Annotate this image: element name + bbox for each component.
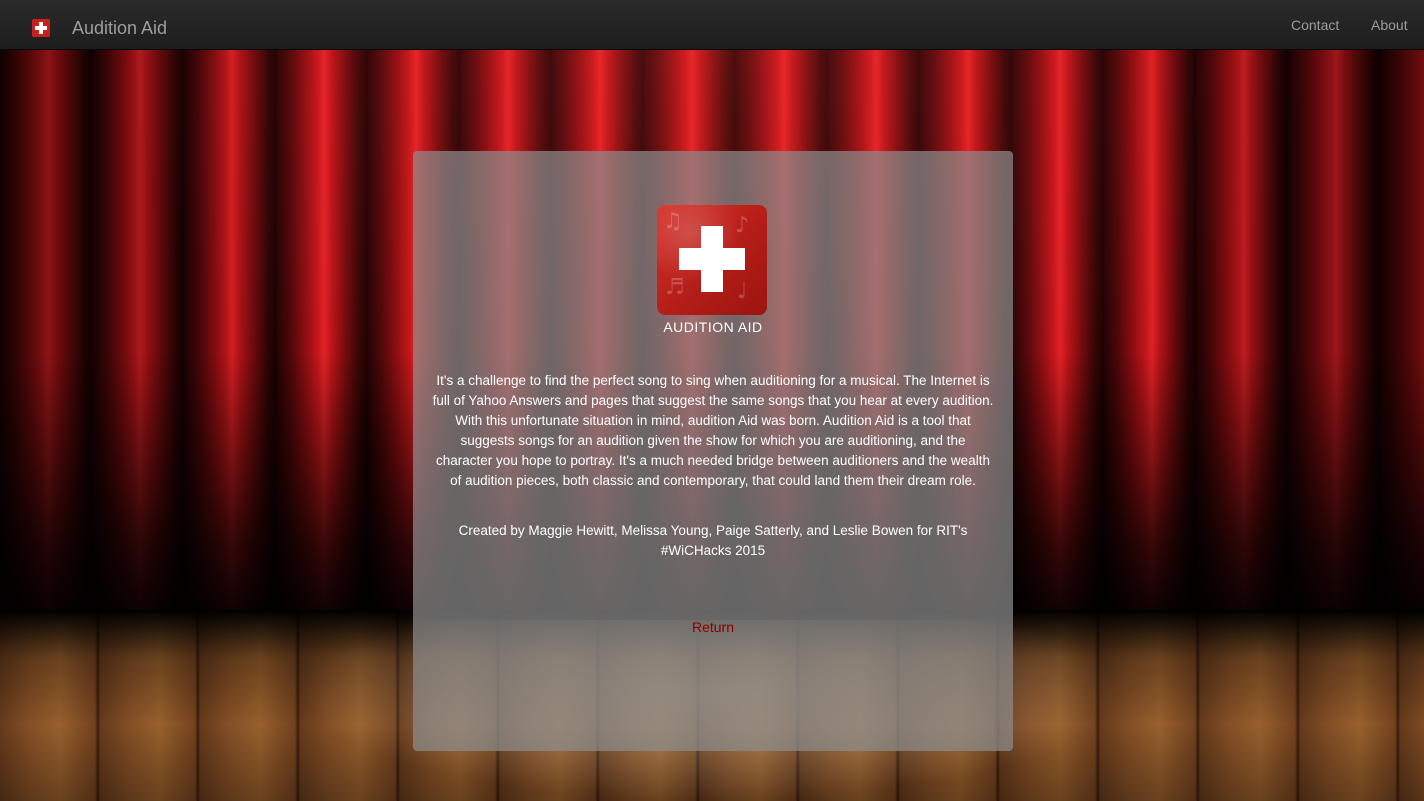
music-note-icon: ♫ [663, 209, 683, 234]
nav-about-link[interactable]: About [1371, 16, 1408, 34]
treble-clef-icon: ♬ [665, 275, 685, 300]
return-label[interactable]: Return [692, 619, 734, 635]
music-note-icon: ♩ [737, 279, 748, 304]
music-note-icon: ♪ [735, 213, 750, 238]
logo-caption: AUDITION AID [663, 319, 763, 335]
top-navbar: Audition Aid Contact About [0, 0, 1424, 50]
audition-aid-logo: ♫ ♪ ♬ ♩ AUDITION AID [657, 205, 769, 335]
credits-text: Created by Maggie Hewitt, Melissa Young,… [458, 523, 968, 558]
about-description: It's a challenge to find the perfect son… [432, 373, 994, 488]
brand-plus-icon[interactable] [32, 19, 50, 37]
logo-plus-vertical [701, 226, 723, 292]
return-link[interactable]: Return [413, 618, 1013, 636]
logo-tile: ♫ ♪ ♬ ♩ [657, 205, 767, 315]
about-panel: ♫ ♪ ♬ ♩ AUDITION AID It's a challenge to… [413, 151, 1013, 751]
brand-title-link[interactable]: Audition Aid [72, 17, 167, 39]
plus-bar-vertical [39, 22, 43, 34]
nav-contact-link[interactable]: Contact [1291, 16, 1339, 34]
